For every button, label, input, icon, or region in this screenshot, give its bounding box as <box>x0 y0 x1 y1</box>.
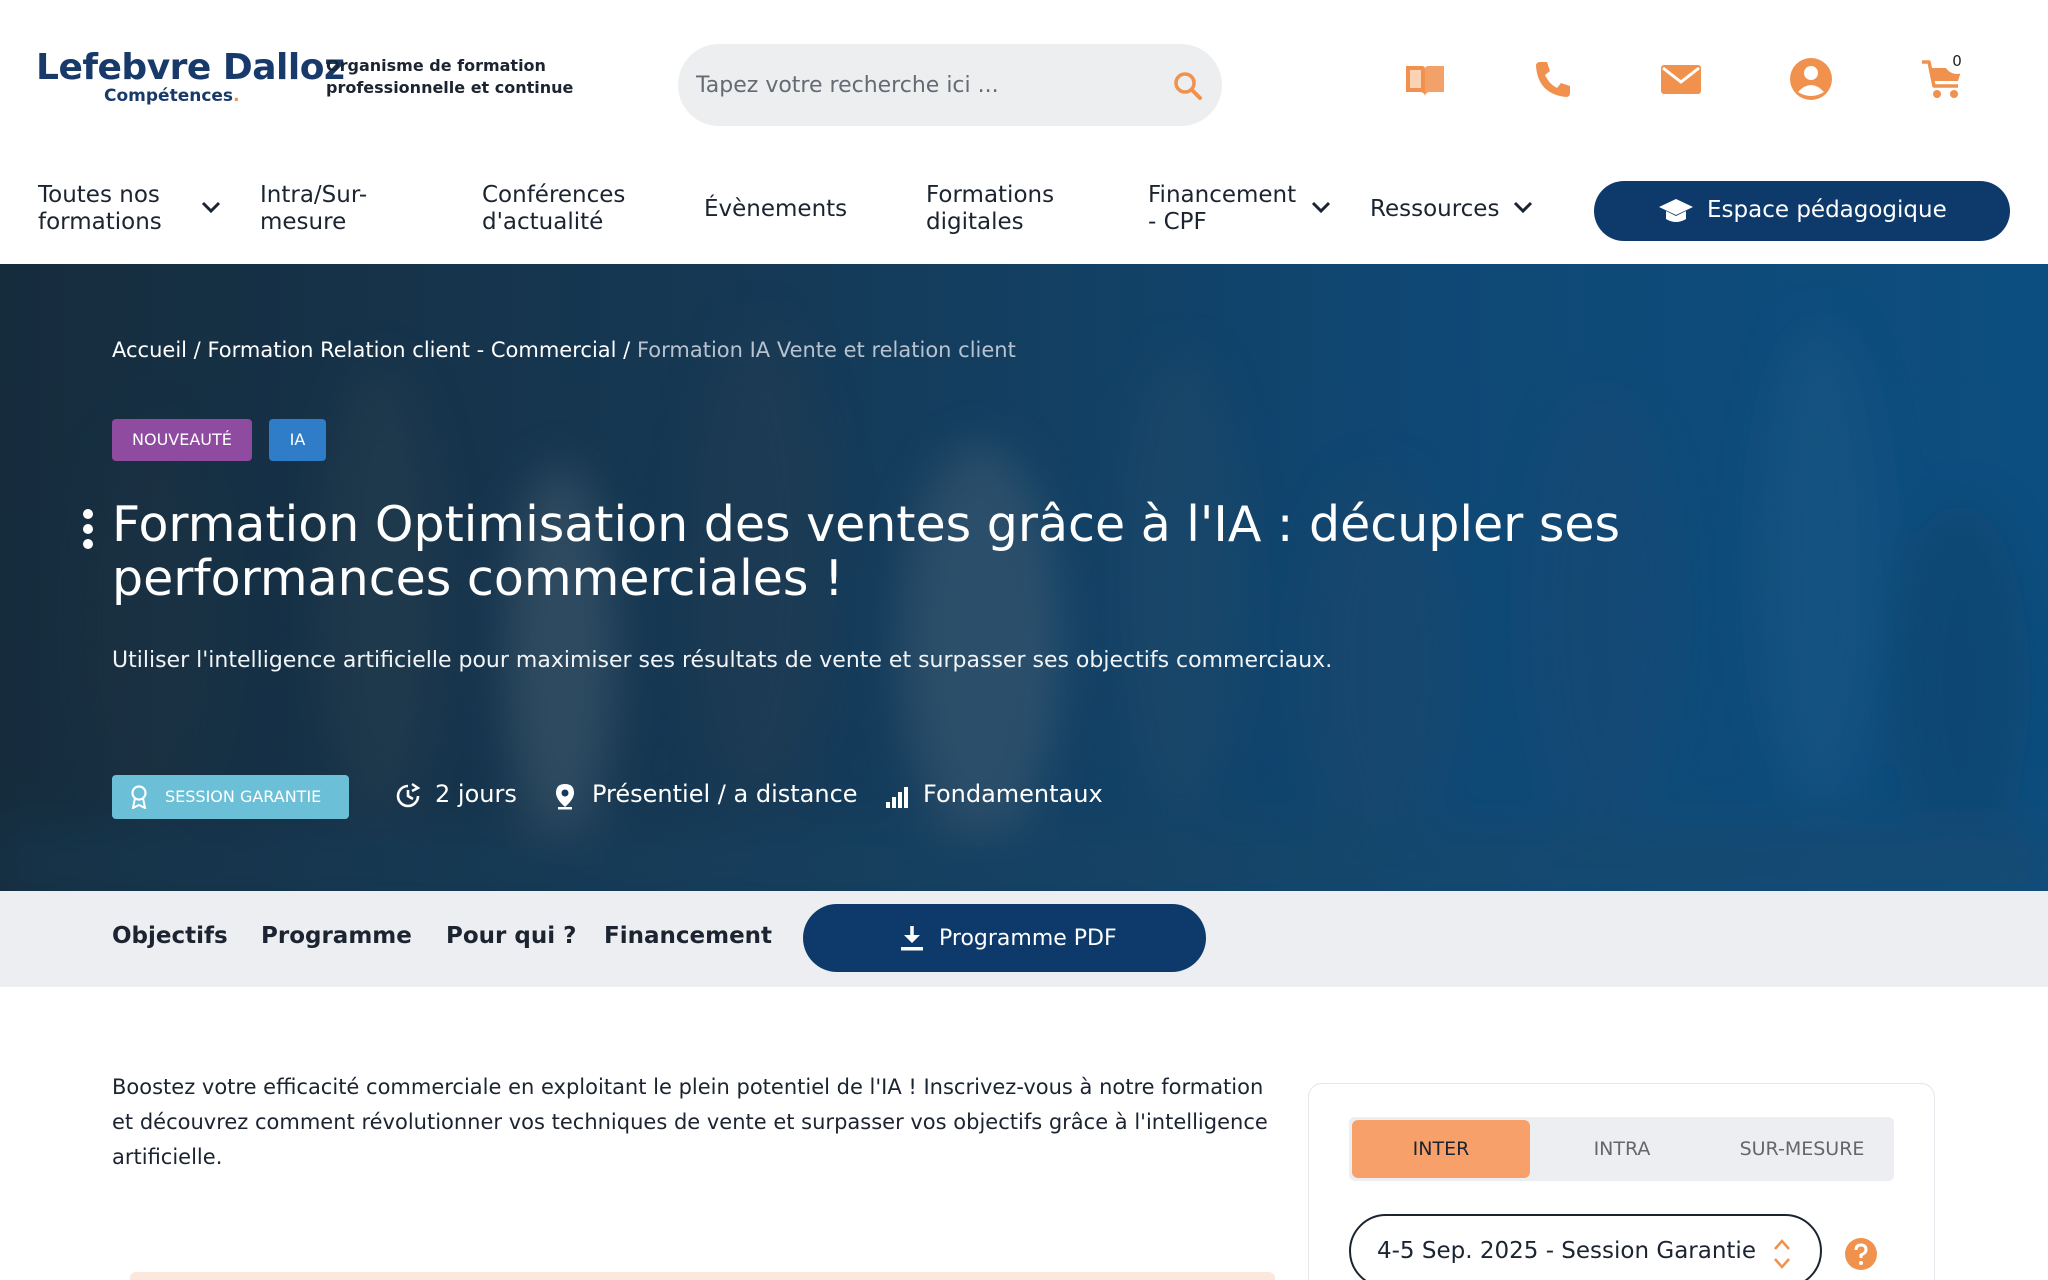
nav-label-line1: Formations <box>926 182 1055 208</box>
site-header: Lefebvre Dalloz Compétences. Organisme d… <box>0 0 2048 160</box>
nav-intra-sur-mesure[interactable]: Intra/Sur- mesure <box>260 182 367 236</box>
logo-sub: Compétences. <box>104 86 240 106</box>
level-text: Fondamentaux <box>923 780 1103 808</box>
nav-label-line1: Évènements <box>704 196 848 222</box>
nav-conferences[interactable]: Conférences d'actualité <box>482 182 625 236</box>
select-arrows-icon <box>1774 1239 1790 1269</box>
breadcrumb-category[interactable]: Formation Relation client - Commercial <box>207 338 616 362</box>
nav-financement-cpf[interactable]: Financement - CPF <box>1148 182 1338 236</box>
user-icon[interactable] <box>1788 56 1834 102</box>
session-booking-card: INTER INTRA SUR-MESURE 4-5 Sep. 2025 - S… <box>1308 1083 1935 1280</box>
nav-evenements[interactable]: Évènements <box>704 196 847 223</box>
breadcrumb-separator: / <box>616 338 637 362</box>
download-icon <box>901 926 923 951</box>
page-title: Formation Optimisation des ventes grâce … <box>112 496 1621 607</box>
location-pin-icon <box>556 784 574 810</box>
session-garantie-badge: SESSION GARANTIE <box>112 775 349 819</box>
chevron-down-icon <box>1513 201 1533 214</box>
badge-ia: IA <box>269 419 326 461</box>
logo-main: Lefebvre Dalloz <box>36 47 345 88</box>
session-select-value: 4-5 Sep. 2025 - Session Garantie <box>1377 1238 1756 1264</box>
logo[interactable]: Lefebvre Dalloz Compétences. <box>36 47 345 108</box>
chevron-down-icon <box>201 201 221 214</box>
breadcrumb-current: Formation IA Vente et relation client <box>636 338 1016 362</box>
logo-sub-text: Compétences <box>104 86 234 106</box>
graduation-cap-icon <box>1659 199 1693 222</box>
nav-label-line2: digitales <box>926 209 1024 235</box>
breadcrumb: Accueil / Formation Relation client - Co… <box>112 338 1016 362</box>
tagline-line2: professionnelle et continue <box>326 78 574 97</box>
kebab-menu-icon[interactable] <box>82 509 94 549</box>
anchor-objectifs[interactable]: Objectifs <box>112 923 228 949</box>
search-box <box>678 44 1222 126</box>
intro-paragraph: Boostez votre efficacité commerciale en … <box>112 1075 1268 1169</box>
nav-label-line1: Intra/Sur- <box>260 182 368 208</box>
duration-text: 2 jours <box>435 780 517 808</box>
search-input[interactable] <box>696 44 1156 126</box>
nav-ressources[interactable]: Ressources <box>1370 196 1560 223</box>
phone-icon[interactable] <box>1530 56 1576 102</box>
hero-banner: Accueil / Formation Relation client - Co… <box>0 264 2048 891</box>
nav-all-formations[interactable]: Toutes nos formations <box>38 182 228 236</box>
anchor-programme[interactable]: Programme <box>261 923 412 949</box>
nav-label-line2: mesure <box>260 209 347 235</box>
format-tabs: INTER INTRA SUR-MESURE <box>1349 1117 1894 1181</box>
location-text: Présentiel / a distance <box>592 780 858 808</box>
badge-nouveaute: NOUVEAUTÉ <box>112 419 252 461</box>
breadcrumb-home[interactable]: Accueil <box>112 338 187 362</box>
anchor-pour-qui[interactable]: Pour qui ? <box>446 923 576 949</box>
tab-sur-mesure[interactable]: SUR-MESURE <box>1713 1120 1891 1178</box>
tagline: Organisme de formation professionnelle e… <box>326 55 573 99</box>
session-garantie-label: SESSION GARANTIE <box>165 787 322 806</box>
cart-count-badge: 0 <box>1944 48 1970 74</box>
main-nav: Toutes nos formations Intra/Sur- mesure … <box>0 160 2048 264</box>
nav-label-line2: d'actualité <box>482 209 604 235</box>
page-subtitle: Utiliser l'intelligence artificielle pou… <box>112 648 1333 673</box>
search-icon[interactable] <box>1172 70 1204 102</box>
programme-pdf-button[interactable]: Programme PDF <box>803 904 1206 972</box>
award-ribbon-icon <box>131 785 147 809</box>
tab-intra[interactable]: INTRA <box>1533 1120 1711 1178</box>
nav-formations-digitales[interactable]: Formations digitales <box>926 182 1054 236</box>
tab-inter[interactable]: INTER <box>1352 1120 1530 1178</box>
espace-pedagogique-button[interactable]: Espace pédagogique <box>1594 181 2010 241</box>
breadcrumb-separator: / <box>187 338 208 362</box>
book-icon[interactable] <box>1402 56 1448 102</box>
chevron-down-icon <box>1311 201 1331 214</box>
clock-icon <box>396 783 421 808</box>
signal-bars-icon <box>886 787 908 808</box>
mail-icon[interactable] <box>1658 56 1704 102</box>
espace-button-label: Espace pédagogique <box>1707 197 1947 223</box>
section-anchor-bar: Objectifs Programme Pour qui ? Financeme… <box>0 891 2048 987</box>
help-icon[interactable] <box>1844 1237 1878 1271</box>
logo-dot: . <box>233 86 240 106</box>
highlight-box-top <box>130 1272 1275 1280</box>
tagline-line1: Organisme de formation <box>326 56 546 75</box>
session-date-select[interactable]: 4-5 Sep. 2025 - Session Garantie <box>1349 1214 1822 1280</box>
anchor-financement[interactable]: Financement <box>604 923 772 949</box>
nav-label-line1: Conférences <box>482 182 626 208</box>
programme-pdf-label: Programme PDF <box>939 926 1117 951</box>
